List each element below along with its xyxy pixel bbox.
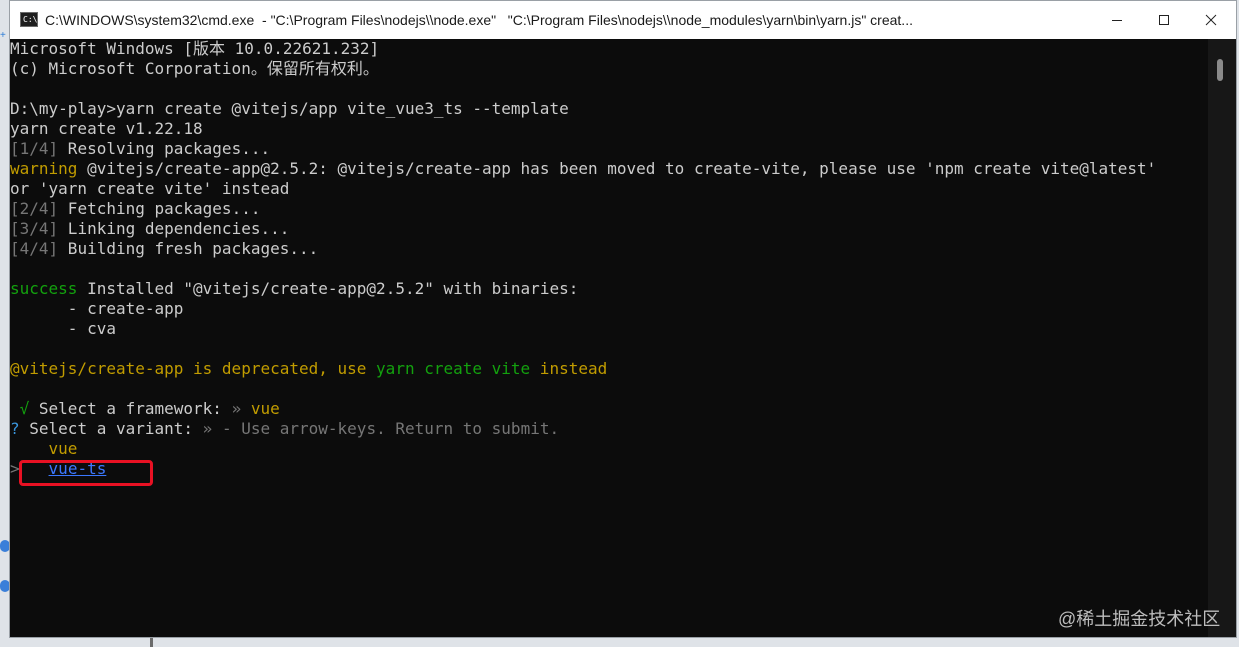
step-text: Resolving packages...: [58, 139, 271, 158]
maximize-icon: [1159, 15, 1169, 25]
variant-hint: - Use arrow-keys. Return to submit.: [212, 419, 560, 438]
step-text: Linking dependencies...: [58, 219, 290, 238]
console-line: Microsoft Windows [版本 10.0.22621.232]: [10, 39, 380, 58]
minimize-button[interactable]: [1094, 1, 1140, 39]
cmd-window: C:\ C:\WINDOWS\system32\cmd.exe - "C:\Pr…: [9, 0, 1237, 638]
close-icon: [1205, 14, 1217, 26]
highlight-box: [19, 460, 153, 486]
chevron-right-icon: »: [202, 419, 213, 438]
variant-label: Select a variant:: [19, 419, 203, 438]
deprecated-command: yarn create vite: [376, 359, 531, 378]
console-line: (c) Microsoft Corporation。保留所有权利。: [10, 59, 379, 78]
check-icon: √: [10, 399, 30, 418]
step-number: [1/4]: [10, 139, 59, 158]
framework-value: vue: [241, 399, 280, 418]
step-number: [4/4]: [10, 239, 59, 258]
console-output[interactable]: Microsoft Windows [版本 10.0.22621.232] (c…: [10, 39, 1208, 637]
chevron-right-icon: »: [231, 399, 242, 418]
watermark: @稀土掘金技术社区: [1058, 609, 1221, 629]
step-line: [2/4] Fetching packages...: [10, 199, 260, 219]
vertical-scrollbar[interactable]: [1208, 39, 1236, 637]
deprecated-line: @vitejs/create-app is deprecated, use ya…: [10, 359, 607, 379]
warning-line-continued: or 'yarn create vite' instead: [10, 179, 290, 198]
deprecated-text: @vitejs/create-app is deprecated, use: [10, 359, 377, 378]
console-line: yarn create v1.22.18: [10, 119, 203, 138]
variant-option-vue[interactable]: vue: [10, 439, 78, 459]
step-text: Fetching packages...: [58, 199, 261, 218]
success-line: success Installed "@vitejs/create-app@2.…: [10, 279, 578, 299]
cmd-icon: C:\: [20, 12, 38, 27]
deprecated-text-end: instead: [530, 359, 608, 378]
warning-text: @vitejs/create-app@2.5.2: @vitejs/create…: [77, 159, 1157, 178]
warning-line: warning @vitejs/create-app@2.5.2: @vitej…: [10, 159, 1156, 179]
step-line: [1/4] Resolving packages...: [10, 139, 270, 159]
framework-label: Select a framework:: [29, 399, 232, 418]
binary-item: - create-app: [10, 299, 184, 318]
background-divider: [150, 638, 153, 647]
close-button[interactable]: [1188, 1, 1234, 39]
title-bar[interactable]: C:\ C:\WINDOWS\system32\cmd.exe - "C:\Pr…: [10, 1, 1236, 39]
step-line: [3/4] Linking dependencies...: [10, 219, 289, 239]
variant-line: ? Select a variant: » - Use arrow-keys. …: [10, 419, 559, 439]
success-label: success: [10, 279, 78, 298]
framework-line: √ Select a framework: » vue: [10, 399, 280, 419]
step-number: [3/4]: [10, 219, 59, 238]
binary-item: - cva: [10, 319, 116, 338]
minimize-icon: [1112, 20, 1122, 21]
prompt-line: D:\my-play>yarn create @vitejs/app vite_…: [10, 99, 569, 118]
warning-label: warning: [10, 159, 78, 178]
maximize-button[interactable]: [1141, 1, 1187, 39]
scroll-thumb[interactable]: [1217, 59, 1223, 81]
step-number: [2/4]: [10, 199, 59, 218]
success-text: Installed "@vitejs/create-app@2.5.2" wit…: [77, 279, 579, 298]
step-line: [4/4] Building fresh packages...: [10, 239, 318, 259]
question-icon: ?: [10, 419, 20, 438]
step-text: Building fresh packages...: [58, 239, 319, 258]
window-title: C:\WINDOWS\system32\cmd.exe - "C:\Progra…: [45, 12, 913, 28]
